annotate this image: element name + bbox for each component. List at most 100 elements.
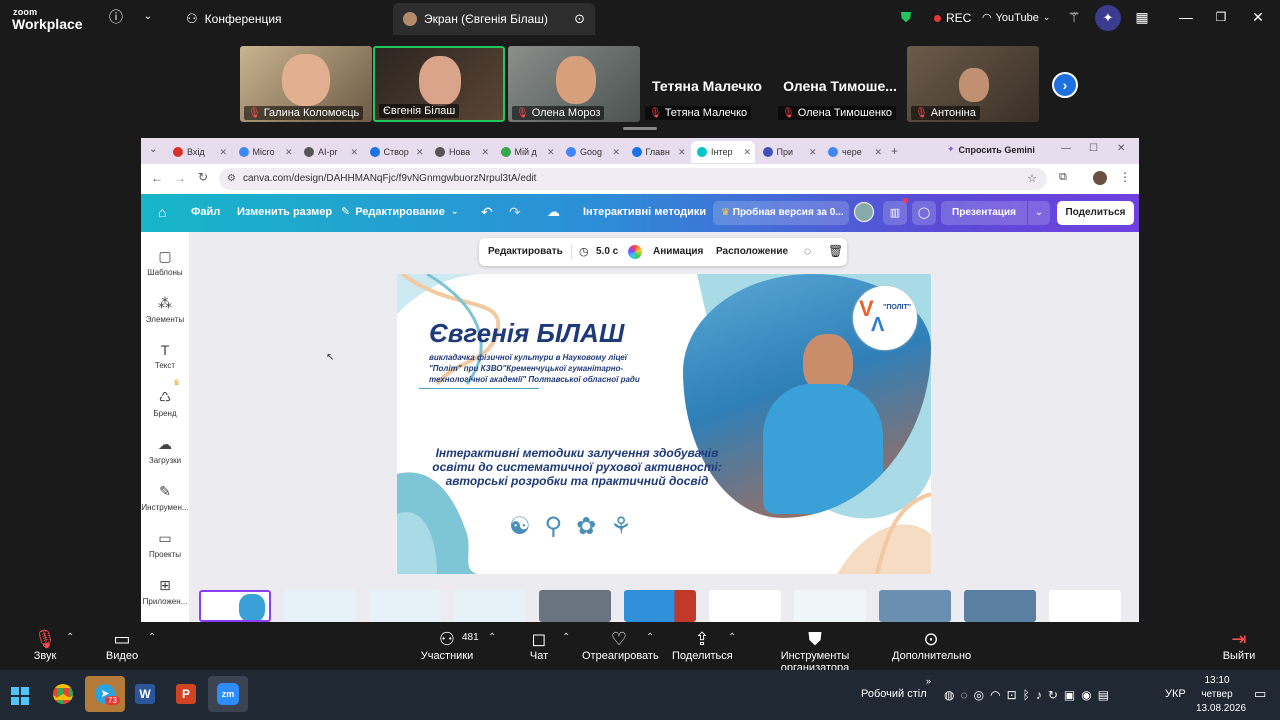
sidebar-item-tools[interactable]: ✎ Инструмен... (141, 483, 189, 512)
close-icon[interactable]: ✕ (1250, 9, 1266, 25)
profile-avatar[interactable] (1093, 171, 1107, 185)
url-input[interactable]: ⚙ canva.com/design/DAHHMANqFjc/f9vNGnmgw… (219, 168, 1047, 190)
chat-options-caret[interactable]: ⌃ (562, 632, 570, 643)
browser-tab[interactable]: Goog ✕ (560, 141, 624, 163)
gemini-button[interactable]: ✦ Спросить Gemini (947, 144, 1035, 155)
leave-button[interactable]: ⇥ Выйти (1222, 628, 1256, 662)
chevron-down-icon[interactable]: ⌄ (1028, 201, 1050, 225)
more-options-icon[interactable]: ⊙ (574, 11, 585, 27)
restore-icon[interactable]: ❐ (1213, 9, 1229, 25)
participant-tile[interactable]: Тетяна Малечко 🎙 Тетяна Малечко (641, 46, 773, 122)
forward-icon[interactable]: → (174, 171, 186, 185)
ai-companion-icon[interactable]: ✦ (1095, 5, 1121, 31)
participant-tile[interactable]: Олена Тимоше... 🎙 Олена Тимошенко (774, 46, 906, 122)
tab-close-icon[interactable]: ✕ (678, 147, 686, 158)
close-icon[interactable]: ✕ (1117, 143, 1125, 154)
tab-close-icon[interactable]: ✕ (481, 147, 489, 158)
minimize-icon[interactable]: — (1178, 9, 1194, 25)
desktop-label[interactable]: Робочий стіл (861, 688, 927, 700)
clock[interactable]: 13:10 четвер 13.08.2026 (1196, 674, 1246, 716)
trash-icon[interactable]: 🗑 (828, 244, 843, 258)
drag-handle[interactable] (623, 127, 657, 130)
sidebar-item-text[interactable]: T Текст (141, 342, 189, 370)
browser-tab[interactable]: Нова ✕ (429, 141, 493, 163)
participant-tile[interactable]: 🎙 Олена Мороз (508, 46, 640, 122)
chat-button[interactable]: ◻ Чат (527, 628, 551, 662)
participant-tile-active[interactable]: Євгенія Білаш (373, 46, 505, 122)
show-hidden-icons[interactable]: » (926, 676, 931, 686)
tab-close-icon[interactable]: ✕ (743, 147, 751, 158)
page-thumbnail[interactable] (709, 590, 781, 622)
tab-close-icon[interactable]: ✕ (416, 147, 424, 158)
duration-button[interactable]: 5.0 с (596, 246, 618, 257)
document-title[interactable]: Інтерактивні методики (583, 206, 706, 218)
windows-start-icon[interactable] (11, 687, 29, 705)
page-thumbnail[interactable] (369, 590, 441, 622)
new-tab-icon[interactable]: + (891, 144, 898, 158)
slide-canvas[interactable]: V Λ "ПОЛІТ" Євгенія БІЛАШ викладачка фіз… (397, 274, 931, 574)
next-page-arrow-icon[interactable]: › (1052, 72, 1078, 98)
youtube-stream[interactable]: ◠ YouTube ⌄ (982, 11, 1050, 25)
tab-close-icon[interactable]: ✕ (612, 147, 620, 158)
position-button[interactable]: Расположение (716, 246, 788, 257)
grid-icon[interactable]: ▦ (1134, 9, 1150, 25)
react-button[interactable]: ♡ Отреагировать (582, 628, 659, 662)
page-thumbnail[interactable] (879, 590, 951, 622)
undo-icon[interactable]: ↶ (481, 204, 493, 221)
chevron-down-icon[interactable]: ⌄ (140, 9, 156, 25)
host-tools-button[interactable]: ⛊ Инструменты организатора (748, 628, 882, 674)
chrome-taskbar-icon[interactable] (43, 676, 83, 712)
extensions-icon[interactable]: ⧉ (1059, 171, 1067, 184)
edit-button[interactable]: Редактировать (488, 246, 563, 257)
share-options-caret[interactable]: ⌃ (728, 632, 736, 643)
color-wheel-icon[interactable] (628, 245, 642, 259)
page-thumbnail[interactable] (624, 590, 696, 622)
tab-close-icon[interactable]: ✕ (809, 147, 817, 158)
recording-indicator[interactable]: REC (934, 11, 971, 25)
participants-options-caret[interactable]: ⌃ (488, 632, 496, 643)
browser-tab[interactable]: Главн ✕ (626, 141, 690, 163)
browser-tab[interactable]: AI-pr ✕ (298, 141, 362, 163)
notifications-icon[interactable]: ▭ (1254, 686, 1266, 702)
browser-tab[interactable]: Мій д ✕ (495, 141, 559, 163)
user-avatar[interactable] (854, 202, 874, 222)
audio-options-caret[interactable]: ⌃ (66, 632, 74, 643)
page-thumbnail[interactable] (454, 590, 526, 622)
browser-tab[interactable]: Інтер ✕ (691, 141, 755, 163)
add-comment-icon[interactable]: ◌ (804, 244, 811, 258)
info-icon[interactable]: ⓘ (108, 9, 124, 25)
tab-meeting[interactable]: ⚇ Конференция (176, 3, 292, 35)
participant-tile[interactable]: 🎙 Антоніна (907, 46, 1039, 122)
tab-list-icon[interactable]: ⌄ (149, 144, 157, 155)
react-options-caret[interactable]: ⌃ (646, 632, 654, 643)
tab-close-icon[interactable]: ✕ (547, 147, 555, 158)
animation-button[interactable]: Анимация (653, 246, 703, 257)
page-thumbnail-active[interactable] (199, 590, 271, 622)
language-indicator[interactable]: УКР (1165, 688, 1186, 700)
video-button[interactable]: ▭ Видео (104, 628, 140, 662)
resize-menu[interactable]: Изменить размер (237, 206, 332, 218)
tab-close-icon[interactable]: ✕ (874, 147, 882, 158)
editing-mode-dropdown[interactable]: ✎ Редактирование ⌄ (341, 205, 458, 219)
tab-close-icon[interactable]: ✕ (350, 147, 358, 158)
minimize-icon[interactable]: — (1061, 143, 1071, 154)
sidebar-item-templates[interactable]: ▢ Шаблоны (141, 248, 189, 277)
wand-icon[interactable]: ⚚ (1066, 9, 1082, 25)
participant-tile[interactable]: 🎙 Галина Коломоєць (240, 46, 372, 122)
home-icon[interactable]: ⌂ (158, 204, 166, 220)
cloud-saved-icon[interactable]: ☁ (547, 204, 560, 220)
page-thumbnail[interactable] (539, 590, 611, 622)
insights-icon[interactable]: ▥ (883, 201, 907, 225)
restore-icon[interactable]: ☐ (1089, 143, 1098, 154)
page-thumbnail[interactable] (794, 590, 866, 622)
bookmark-star-icon[interactable]: ☆ (1027, 168, 1037, 190)
sidebar-item-brand[interactable]: ♺ Бренд (141, 389, 189, 418)
audio-button[interactable]: 🎙 Звук (30, 628, 60, 662)
browser-tab[interactable]: Micro ✕ (233, 141, 297, 163)
trial-button[interactable]: ♛ Пробная версия за 0... (713, 201, 849, 225)
more-button[interactable]: ⊙ Дополнительно (892, 628, 971, 662)
telegram-taskbar-icon[interactable]: ➤ 73 (85, 676, 125, 712)
browser-tab[interactable]: Створ ✕ (364, 141, 428, 163)
sidebar-item-elements[interactable]: ⁂ Элементы (141, 295, 189, 324)
reload-icon[interactable]: ↻ (198, 170, 208, 184)
